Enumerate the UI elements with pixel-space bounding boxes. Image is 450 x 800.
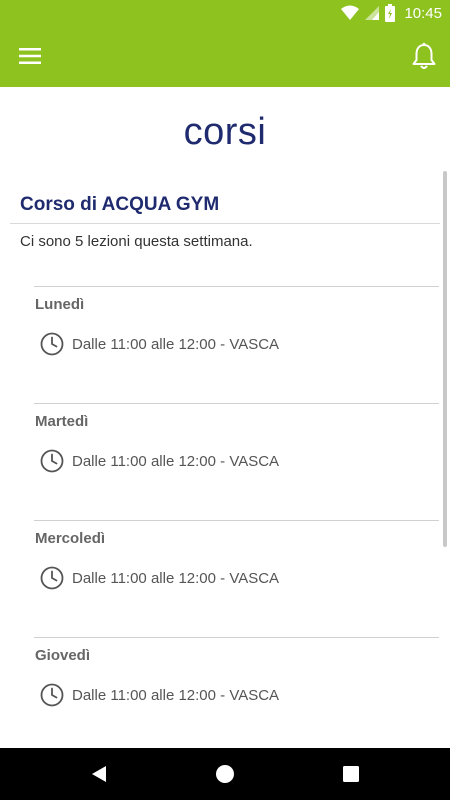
app-bar bbox=[0, 25, 450, 87]
main-content[interactable]: corsi Corso di ACQUA GYM Ci sono 5 lezio… bbox=[0, 87, 450, 748]
lesson-item[interactable]: Martedì Dalle 11:00 alle 12:00 - VASCA bbox=[34, 403, 439, 520]
menu-button[interactable] bbox=[12, 38, 48, 74]
back-button[interactable] bbox=[86, 761, 112, 787]
lesson-day: Lunedì bbox=[35, 296, 85, 313]
lesson-day: Martedì bbox=[35, 413, 89, 430]
course-title: Corso di ACQUA GYM bbox=[20, 194, 220, 215]
lesson-item[interactable]: Mercoledì Dalle 11:00 alle 12:00 - VASCA bbox=[34, 520, 439, 637]
recents-button[interactable] bbox=[338, 761, 364, 787]
lesson-time: Dalle 11:00 alle 12:00 - VASCA bbox=[72, 335, 280, 353]
battery-icon bbox=[385, 4, 396, 22]
clock-icon bbox=[40, 332, 64, 356]
status-bar: 10:45 bbox=[0, 0, 450, 25]
lesson-row: Dalle 11:00 alle 12:00 - VASCA bbox=[40, 332, 279, 356]
system-nav-bar bbox=[0, 748, 450, 800]
lesson-row: Dalle 11:00 alle 12:00 - VASCA bbox=[40, 566, 279, 590]
lesson-divider bbox=[34, 403, 439, 404]
clock-icon bbox=[40, 449, 64, 473]
status-time: 10:45 bbox=[404, 4, 442, 22]
recents-icon bbox=[343, 766, 359, 782]
wifi-icon bbox=[341, 5, 360, 20]
scrollbar[interactable] bbox=[443, 171, 447, 547]
lesson-divider bbox=[34, 286, 439, 287]
home-button[interactable] bbox=[212, 761, 238, 787]
divider bbox=[10, 223, 440, 224]
lesson-day: Giovedì bbox=[35, 647, 91, 664]
lesson-time: Dalle 11:00 alle 12:00 - VASCA bbox=[72, 686, 280, 704]
clock-icon bbox=[40, 683, 64, 707]
course-info: Ci sono 5 lezioni questa settimana. bbox=[20, 233, 253, 250]
lesson-row: Dalle 11:00 alle 12:00 - VASCA bbox=[40, 683, 279, 707]
lesson-divider bbox=[34, 520, 439, 521]
lesson-row: Dalle 11:00 alle 12:00 - VASCA bbox=[40, 449, 279, 473]
hamburger-menu-icon bbox=[19, 48, 41, 64]
back-icon bbox=[92, 766, 106, 782]
bell-icon bbox=[412, 42, 436, 69]
lesson-item[interactable]: Giovedì Dalle 11:00 alle 12:00 - VASCA bbox=[34, 637, 439, 748]
signal-icon bbox=[365, 6, 380, 20]
home-icon bbox=[216, 765, 234, 783]
lesson-item[interactable]: Lunedì Dalle 11:00 alle 12:00 - VASCA bbox=[34, 286, 439, 403]
status-icons: 10:45 bbox=[341, 3, 442, 23]
lesson-day: Mercoledì bbox=[35, 530, 106, 547]
lesson-divider bbox=[34, 637, 439, 638]
lesson-time: Dalle 11:00 alle 12:00 - VASCA bbox=[72, 452, 280, 470]
lesson-time: Dalle 11:00 alle 12:00 - VASCA bbox=[72, 569, 280, 587]
page-title: corsi bbox=[183, 111, 267, 153]
notifications-button[interactable] bbox=[406, 38, 442, 74]
clock-icon bbox=[40, 566, 64, 590]
